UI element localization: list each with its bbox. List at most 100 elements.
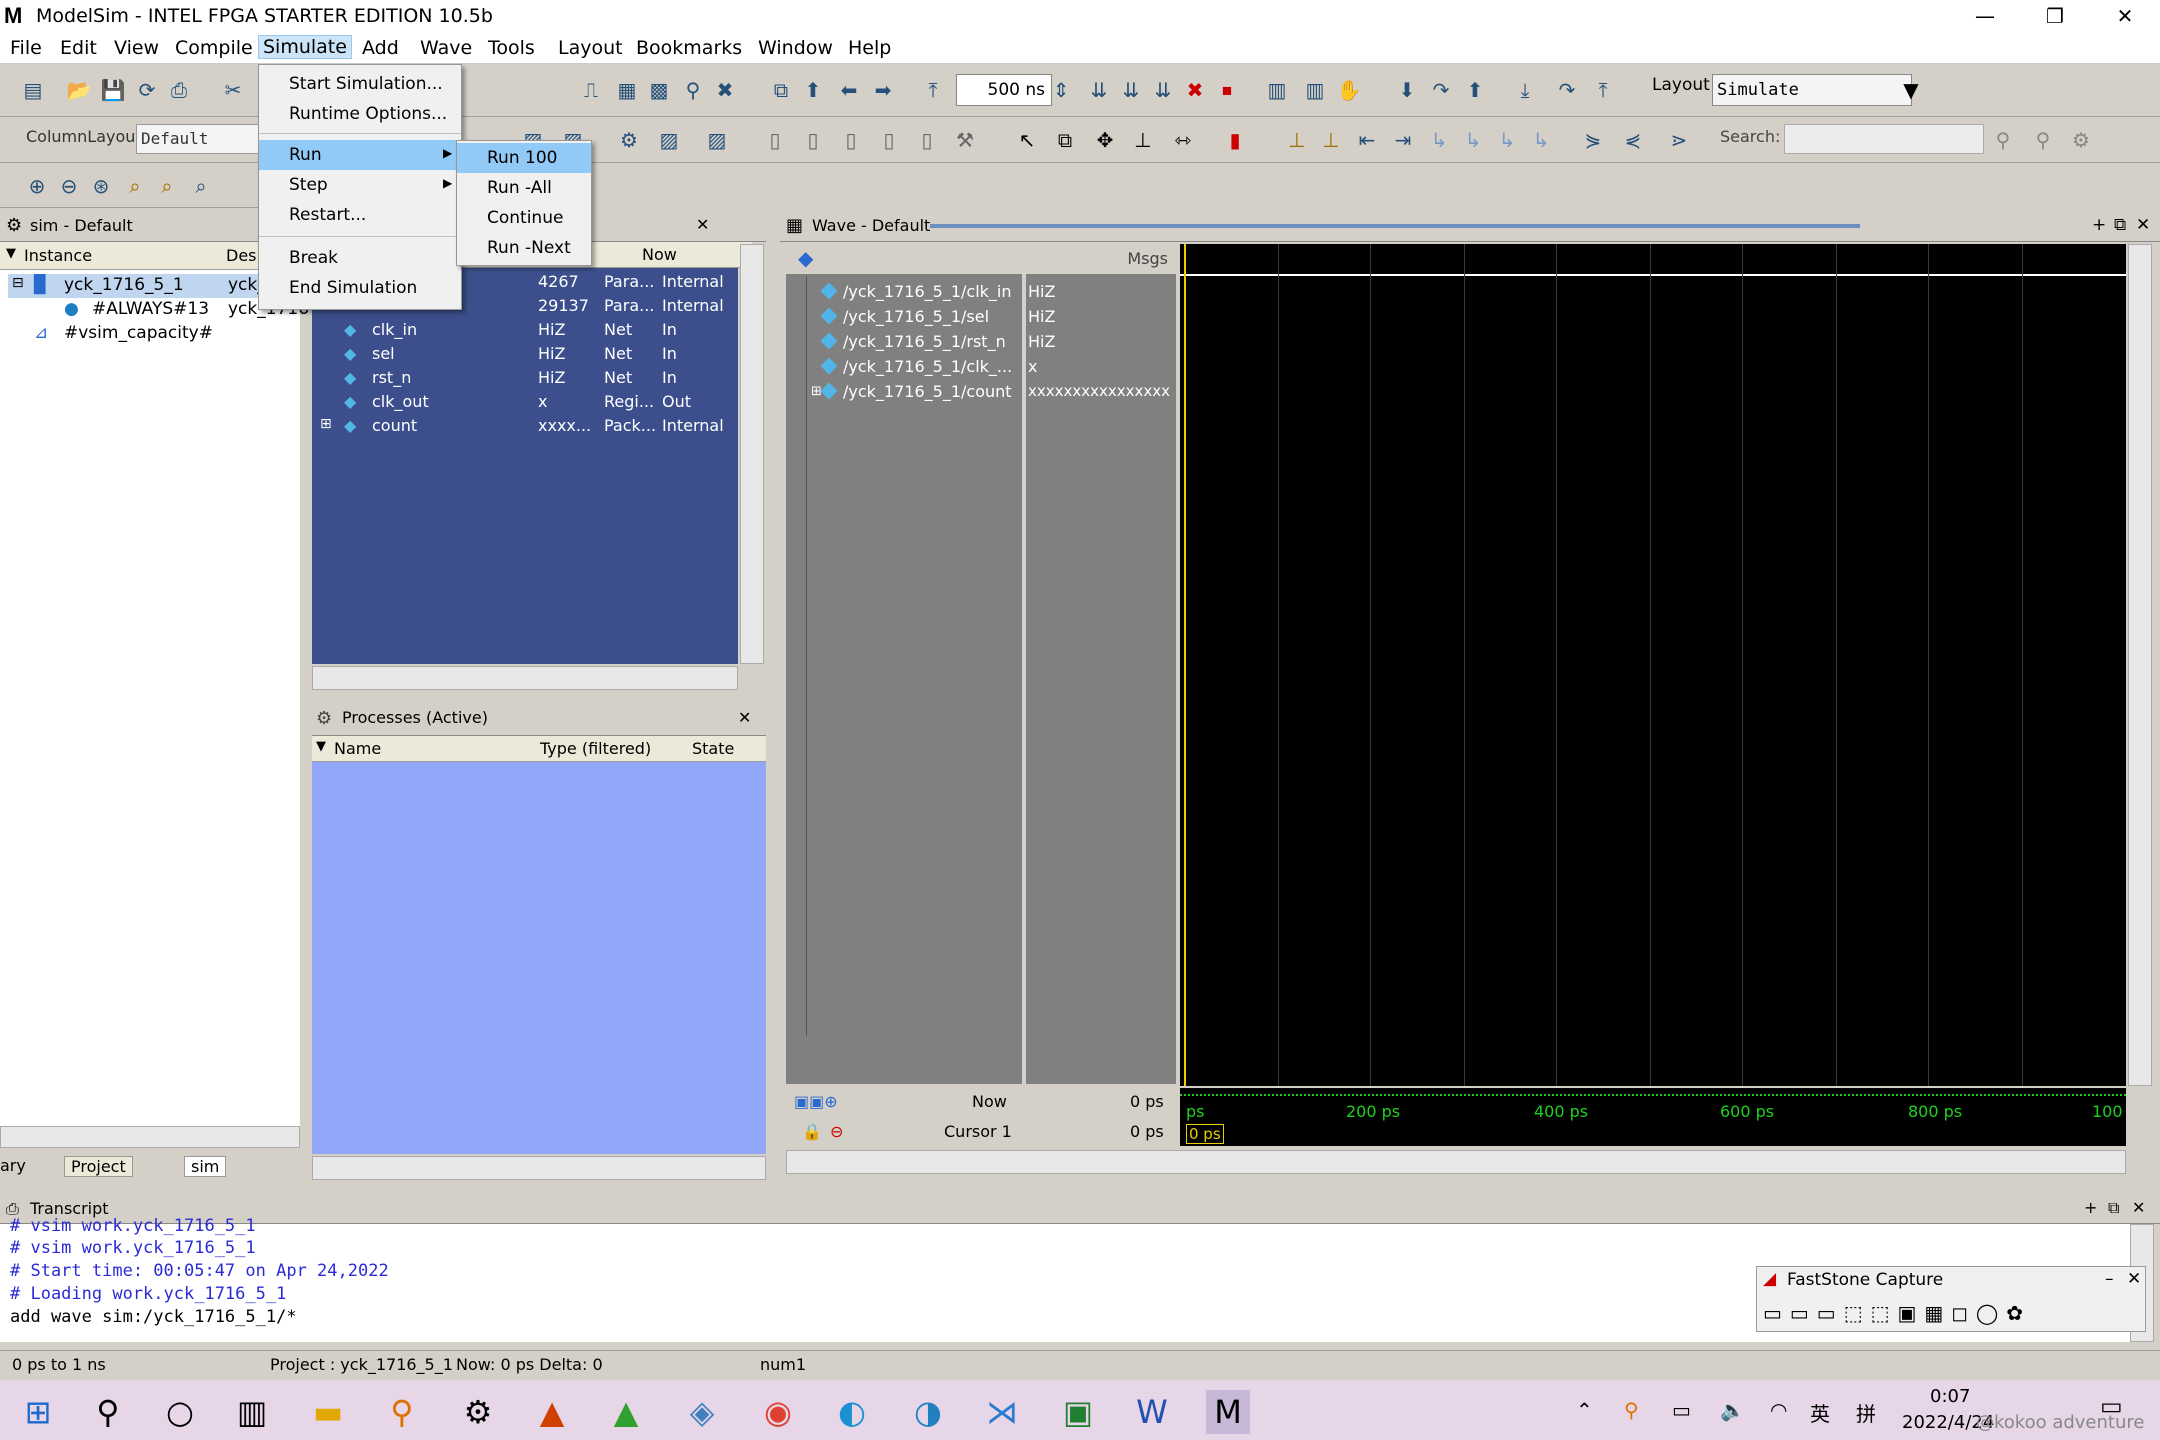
run-length-spinner-icon[interactable]: ⇕ [1048,77,1074,103]
processes-horizontal-scrollbar[interactable] [312,1156,766,1180]
next-cursor-icon[interactable]: ⇥ [1390,127,1416,153]
break-icon[interactable]: ✖ [1182,77,1208,103]
menu-view[interactable]: View [114,37,159,59]
up-arrow-icon[interactable]: ⬆ [800,77,826,103]
menu-item-end-simulation[interactable]: End Simulation [259,273,461,303]
word-icon[interactable]: W [1130,1390,1174,1434]
menu-file[interactable]: File [10,37,42,59]
select-pointer-icon[interactable]: ↖ [1014,127,1040,153]
title-grip[interactable] [930,224,1860,228]
vivado-icon[interactable]: ▲ [604,1390,648,1434]
zoom-full-icon[interactable]: ⊛ [88,173,114,199]
ime-language[interactable]: 英 [1810,1398,1830,1427]
stop-sign-icon[interactable]: ▮ [1222,127,1248,153]
wave-tool-icon[interactable]: ⎍ [578,77,604,103]
menu-item-start-simulation[interactable]: Start Simulation... [259,69,461,99]
run-length-input[interactable]: 500 ns [956,74,1052,106]
menu-item-step[interactable]: Step [259,170,461,200]
search-app-icon[interactable]: ⚲ [380,1390,424,1434]
menu-item-run-all[interactable]: Run -All [457,173,591,203]
clock-time[interactable]: 0:07 [1930,1386,1970,1407]
step-into-icon[interactable]: ⬇ [1394,77,1420,103]
col-name[interactable]: Name [334,739,381,758]
tab-project[interactable]: Project [64,1156,133,1177]
dataflow-icon[interactable]: ▩ [646,77,672,103]
signal-row[interactable]: /yck_1716_5_1/clk_... [820,357,1012,376]
zoom-mode-icon[interactable]: ⧉ [1052,127,1078,153]
collapse-icon[interactable]: ⋞ [1620,127,1646,153]
wrench-icon[interactable]: ⚒ [952,127,978,153]
insert-internal-icon[interactable]: ▯ [876,127,902,153]
wave-vertical-scrollbar[interactable] [2128,244,2152,1086]
menu-bookmarks[interactable]: Bookmarks [636,37,742,59]
list-tool-icon[interactable]: ▦ [614,77,640,103]
expand-icon[interactable]: ⊞ [811,384,822,399]
next-transition-icon[interactable]: ↳ [1528,127,1554,153]
clear-icon[interactable]: ✖ [712,77,738,103]
tree-row[interactable]: ⊟ ▉ yck_1716_5_1 yck_ [8,274,298,298]
undock-icon[interactable]: ⧉ [2108,1198,2119,1218]
menu-item-run-next[interactable]: Run -Next [457,233,591,263]
menu-item-continue[interactable]: Continue [457,203,591,233]
stop-icon[interactable]: ⏹ [1214,77,1240,103]
object-row[interactable]: ◆ clk_out x Regi... Out [312,392,738,416]
expand-icon[interactable]: ⋟ [1580,127,1606,153]
cut-icon[interactable]: ✂ [220,77,246,103]
add-log-icon[interactable]: ▨ [656,127,682,153]
run-icon[interactable]: ⇊ [1086,77,1112,103]
insert-input-icon[interactable]: ▯ [762,127,788,153]
search-tool-icon[interactable]: ⚲ [680,77,706,103]
hand-icon[interactable]: ✋ [1336,77,1362,103]
file-explorer-icon[interactable]: ▬ [306,1390,350,1434]
signal-row[interactable]: /yck_1716_5_1/clk_in [820,282,1011,301]
signal-row[interactable]: /yck_1716_5_1/sel [820,307,989,326]
network-app-icon[interactable]: ◈ [680,1390,724,1434]
now-icons[interactable]: ▣▣⊕ [794,1092,838,1111]
menu-help[interactable]: Help [848,37,891,59]
step-over-icon[interactable]: ↷ [1428,77,1454,103]
insert-output-icon[interactable]: ▯ [800,127,826,153]
zoom-in-icon[interactable]: ⊕ [24,173,50,199]
tray-app-icon[interactable]: ⚲ [1624,1398,1639,1422]
search-options-icon[interactable]: ⚙ [2068,127,2094,153]
menu-edit[interactable]: Edit [60,37,97,59]
search-next-icon[interactable]: ⚲ [2030,127,2056,153]
continue-icon[interactable]: ⇊ [1118,77,1144,103]
col-instance[interactable]: Instance [24,246,92,265]
tree-row[interactable]: ⊿ #vsim_capacity# [8,322,298,346]
menu-add[interactable]: Add [362,37,399,59]
forward-arrow-icon[interactable]: ➡ [870,77,896,103]
menu-item-run[interactable]: Run [259,140,461,170]
menu-layout[interactable]: Layout [558,37,623,59]
matlab-icon[interactable]: ▲ [530,1390,574,1434]
cursor-time-tag[interactable]: 0 ps [1186,1124,1224,1144]
insert-inout-icon[interactable]: ▯ [838,127,864,153]
signal-row[interactable]: /yck_1716_5_1/count [820,382,1012,401]
edge-icon[interactable]: ⊥ [1130,127,1156,153]
zoom-last-icon[interactable]: ⌕ [188,173,214,199]
step-out-2-icon[interactable]: ⤒ [1590,77,1616,103]
menu-item-runtime-options[interactable]: Runtime Options... [259,99,461,129]
col-type[interactable]: Type (filtered) [540,739,651,758]
ime-mode[interactable]: 拼 [1856,1398,1876,1427]
vscode-icon[interactable]: ⋊ [980,1390,1024,1434]
columnlayout-select[interactable]: Default [136,124,266,154]
performance-icon[interactable]: ▥ [1264,77,1290,103]
object-row[interactable]: ◆ clk_in HiZ Net In [312,320,738,344]
menu-item-restart[interactable]: Restart... [259,200,461,230]
edge-icon[interactable]: ◐ [830,1390,874,1434]
filter-icon[interactable]: ⋗ [1666,127,1692,153]
copy-icon[interactable]: ⧉ [768,77,794,103]
restart-icon[interactable]: ⤒ [920,77,946,103]
add-pane-icon[interactable]: + [2092,215,2106,235]
menu-tools[interactable]: Tools [488,37,535,59]
chrome-icon[interactable]: ◉ [756,1390,800,1434]
open-folder-icon[interactable]: 📂 [66,77,92,103]
browser-icon[interactable]: ◑ [906,1390,950,1434]
step-over-2-icon[interactable]: ↷ [1554,77,1580,103]
layout-dropdown-chevron-down-icon[interactable]: ▼ [1898,77,1924,103]
step-out-icon[interactable]: ⬆ [1462,77,1488,103]
wave-canvas[interactable] [1180,244,2126,1086]
wifi-icon[interactable]: ◠ [1770,1398,1787,1422]
prev-transition-icon[interactable]: ↳ [1494,127,1520,153]
